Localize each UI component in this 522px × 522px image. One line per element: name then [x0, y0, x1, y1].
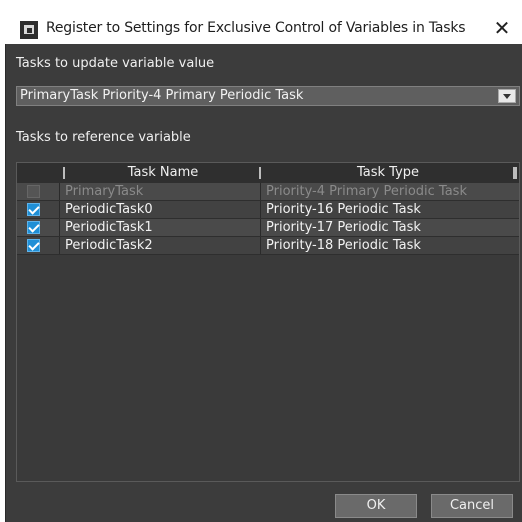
- window-title: Register to Settings for Exclusive Contr…: [46, 20, 466, 36]
- grid-header: Task Name Task Type: [17, 163, 519, 184]
- title-bar: Register to Settings for Exclusive Contr…: [0, 0, 522, 44]
- dialog-body: Tasks to update variable value PrimaryTa…: [5, 44, 522, 522]
- table-row: PrimaryTask Priority-4 Primary Periodic …: [17, 183, 519, 201]
- close-button[interactable]: ✕: [488, 14, 516, 42]
- column-header-task-name[interactable]: Task Name: [65, 163, 261, 183]
- task-type-cell: Priority-16 Periodic Task: [266, 202, 421, 217]
- row-checkbox[interactable]: [27, 221, 40, 234]
- update-tasks-label: Tasks to update variable value: [16, 56, 215, 71]
- reference-task-grid: Task Name Task Type PrimaryTask Priority…: [16, 162, 520, 482]
- ok-button[interactable]: OK: [335, 494, 417, 518]
- row-checkbox[interactable]: [27, 203, 40, 216]
- column-header-task-type[interactable]: Task Type: [263, 163, 513, 183]
- task-name-cell: PrimaryTask: [65, 184, 144, 199]
- dropdown-selected-value: PrimaryTask Priority-4 Primary Periodic …: [20, 88, 304, 103]
- task-name-cell: PeriodicTask1: [65, 220, 153, 235]
- task-type-cell: Priority-18 Periodic Task: [266, 238, 421, 253]
- table-row[interactable]: PeriodicTask1 Priority-17 Periodic Task: [17, 219, 519, 237]
- column-divider[interactable]: [513, 167, 517, 179]
- task-type-cell: Priority-17 Periodic Task: [266, 220, 421, 235]
- chevron-down-icon[interactable]: [498, 89, 516, 103]
- task-name-cell: PeriodicTask2: [65, 238, 153, 253]
- row-checkbox: [27, 185, 40, 198]
- row-checkbox[interactable]: [27, 239, 40, 252]
- update-task-dropdown[interactable]: PrimaryTask Priority-4 Primary Periodic …: [16, 86, 520, 106]
- task-type-cell: Priority-4 Primary Periodic Task: [266, 184, 467, 199]
- table-row[interactable]: PeriodicTask2 Priority-18 Periodic Task: [17, 237, 519, 255]
- column-divider[interactable]: [259, 167, 261, 179]
- table-row[interactable]: PeriodicTask0 Priority-16 Periodic Task: [17, 201, 519, 219]
- app-window-icon: [20, 21, 38, 39]
- task-name-cell: PeriodicTask0: [65, 202, 153, 217]
- cancel-button[interactable]: Cancel: [431, 494, 513, 518]
- reference-tasks-label: Tasks to reference variable: [16, 130, 191, 145]
